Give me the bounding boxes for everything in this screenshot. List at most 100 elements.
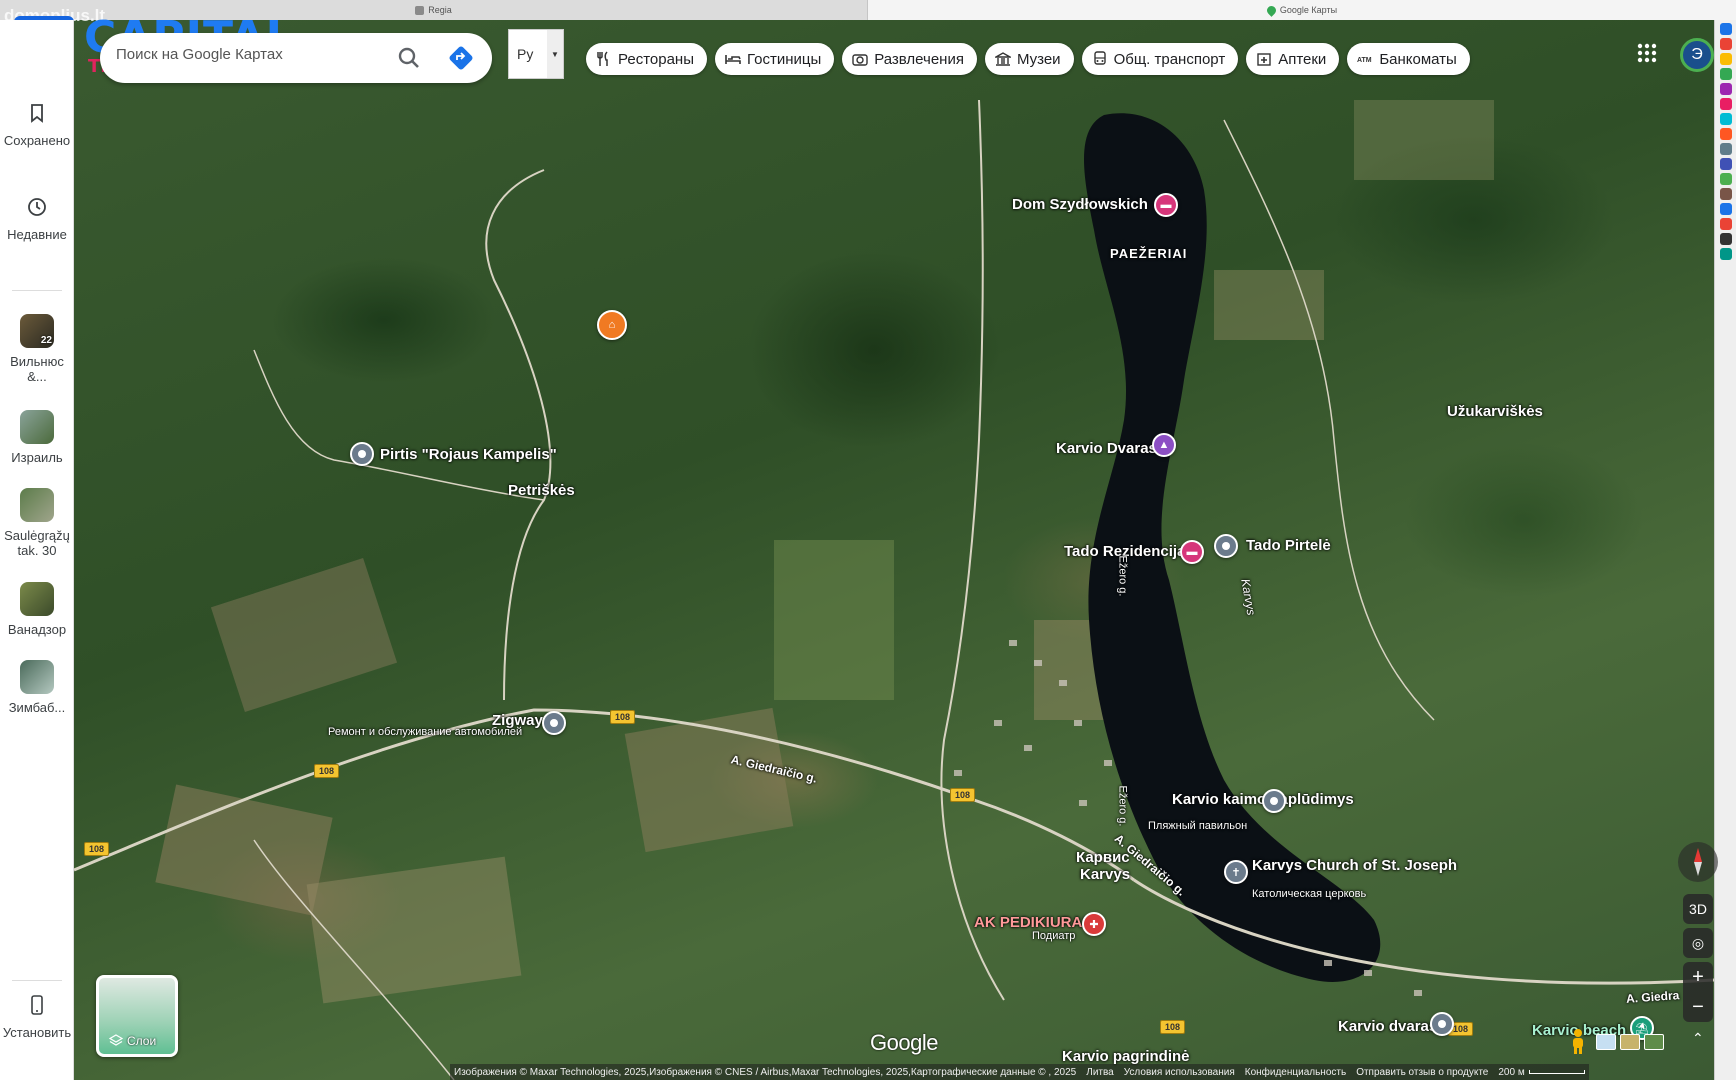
chevron-up-icon[interactable]: ⌃ [1692,1030,1704,1047]
extension-icon[interactable] [1719,203,1732,215]
feedback-link[interactable]: Отправить отзыв о продукте [1356,1067,1488,1078]
list-thumbnail [20,582,54,616]
chip-museums[interactable]: Музеи [984,43,1074,75]
label-street-ezero: Ežero g. [1116,555,1129,597]
zoom-in-button[interactable]: + [1683,962,1713,992]
language-label: Ру [517,46,534,62]
account-avatar[interactable]: Э [1680,38,1714,72]
zoom-out-button[interactable]: − [1683,992,1713,1022]
chip-restaurants[interactable]: Рестораны [586,43,707,75]
layers-button[interactable]: Слои [96,975,178,1057]
label-tado-pirtele[interactable]: Tado Pirtelė [1246,537,1331,554]
chip-transit[interactable]: Общ. транспорт [1081,43,1239,75]
label-karvio-pagrindine[interactable]: Karvio pagrindinė [1062,1048,1190,1065]
extension-icon[interactable] [1719,188,1732,200]
label-paezeriai: PAEŽERIAI [1110,246,1188,261]
chip-pharmacies[interactable]: Аптеки [1246,43,1340,75]
label-uzukarviskes: Užukarviškės [1447,403,1543,420]
extension-icon[interactable] [1719,68,1732,80]
label-ak-pedikiuras[interactable]: AK PEDIKIURAS [974,914,1092,931]
pegman-icon[interactable] [1566,1026,1590,1056]
label-pirtis[interactable]: Pirtis "Rojaus Kampelis" [380,446,557,463]
label-church-category: Католическая церковь [1252,888,1367,900]
museum-icon [994,52,1011,66]
place-pin-icon[interactable] [1214,534,1238,558]
map-preview-terrain[interactable] [1620,1034,1640,1050]
label-karvio-dvaras[interactable]: Karvio Dvaras [1056,440,1157,457]
extension-icon[interactable] [1719,23,1732,35]
label-petriskes: Petriškės [508,482,575,499]
extension-icon[interactable] [1719,248,1732,260]
extension-icon[interactable] [1719,218,1732,230]
sidebar-item-vilnius[interactable]: 22 Вильнюс &... [0,314,74,384]
sidebar-item-label: Вильнюс &... [10,354,64,384]
bookmark-icon [31,104,43,123]
sidebar-item-label: Недавние [7,227,67,242]
terrain-layer [74,99,1714,1080]
scale-control[interactable]: 200 м [1498,1067,1585,1078]
sidebar-item-zimbabwe[interactable]: Зимбаб... [0,660,74,715]
extension-icon[interactable] [1719,98,1732,110]
sidebar-item-vanadzor[interactable]: Ванадзор [0,582,74,637]
list-thumbnail [20,660,54,694]
label-beach-category: Пляжный павильон [1148,820,1248,832]
place-pin-icon[interactable] [1262,789,1286,813]
label-karvio-dvaras[interactable]: Karvio dvaras [1338,1018,1437,1035]
compass-icon[interactable] [1678,842,1718,882]
place-pin-icon[interactable] [1430,1012,1454,1036]
extension-icon[interactable] [1719,38,1732,50]
map-type-previews[interactable] [1596,1030,1688,1054]
venue-pin-icon[interactable]: ▲ [1152,433,1176,457]
extension-icon[interactable] [1719,113,1732,125]
sidebar-item-label: Сохранено [3,133,71,148]
extension-icon[interactable] [1719,83,1732,95]
phone-icon [31,995,43,1015]
sidebar-item-saulegrazu[interactable]: Saulėgrąžų tak. 30 [0,488,74,558]
extension-icon[interactable] [1719,128,1732,140]
directions-icon[interactable] [448,45,474,71]
list-thumbnail [20,410,54,444]
map-preview-satellite[interactable] [1644,1034,1664,1050]
language-select[interactable]: Ру ▼ [508,29,564,79]
label-dom-szydlowskich[interactable]: Dom Szydłowskich [1012,196,1148,213]
satellite-map[interactable]: ⌂ Dom Szydłowskich ▬ PAEŽERIAI Užukarviš… [74,20,1714,1080]
extension-icon[interactable] [1719,158,1732,170]
sidebar-divider [12,290,62,291]
search-box [100,33,492,83]
extension-icon[interactable] [1719,233,1732,245]
chip-hotels[interactable]: Гостиницы [714,43,835,75]
hotel-pin-icon[interactable]: ▬ [1180,540,1204,564]
map-preview-default[interactable] [1596,1034,1616,1050]
place-pin-icon[interactable] [542,711,566,735]
extension-icon[interactable] [1719,173,1732,185]
chevron-down-icon[interactable]: ▼ [547,30,563,78]
browser-tab-google-maps[interactable]: Google Карты [868,0,1736,20]
privacy-link[interactable]: Конфиденциальность [1245,1067,1346,1078]
place-pin-icon[interactable] [350,442,374,466]
3d-toggle-button[interactable]: 3D [1683,894,1713,924]
search-icon[interactable] [396,45,422,71]
health-pin-icon[interactable]: ✚ [1082,912,1106,936]
extension-icon[interactable] [1719,53,1732,65]
chip-entertainment[interactable]: Развлечения [842,43,977,75]
apps-grid-icon[interactable] [1636,42,1658,64]
sidebar-item-recent[interactable]: Недавние [0,196,74,242]
my-location-icon[interactable]: ◎ [1683,928,1713,958]
imagery-attribution: Изображения © Maxar Technologies, 2025,И… [454,1066,1077,1078]
country-link[interactable]: Литва [1086,1067,1114,1078]
church-pin-icon[interactable]: ✝ [1224,860,1248,884]
sidebar-item-label: Ванадзор [7,622,67,637]
extension-icon[interactable] [1719,143,1732,155]
chip-atms[interactable]: ATM Банкоматы [1347,43,1470,75]
search-input[interactable] [116,46,366,63]
sidebar-item-saved[interactable]: Сохранено [0,102,74,148]
label-church[interactable]: Karvys Church of St. Joseph [1252,857,1457,874]
label-pedikiuras-category: Подиатр [1032,930,1076,942]
home-marker-icon[interactable]: ⌂ [597,310,627,340]
sidebar-item-israel[interactable]: Израиль [0,410,74,465]
label-zigway-category: Ремонт и обслуживание автомобилей [328,726,523,738]
sidebar-item-install[interactable]: Установить [0,994,74,1040]
tab-title: Regia [428,5,452,15]
hotel-pin-icon[interactable]: ▬ [1154,193,1178,217]
terms-link[interactable]: Условия использования [1124,1067,1235,1078]
